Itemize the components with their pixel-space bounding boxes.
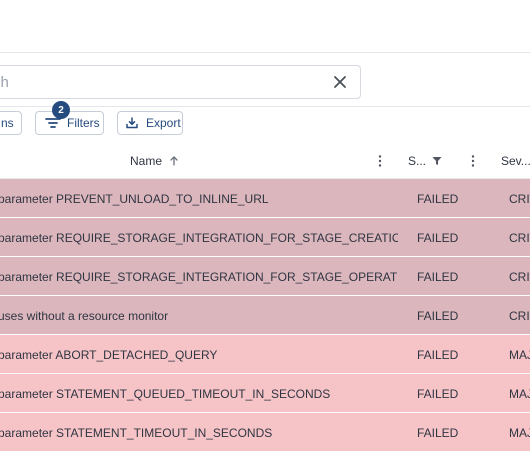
toolbar-divider — [0, 106, 530, 107]
status-column-menu-icon[interactable] — [467, 154, 479, 168]
status-column-header[interactable]: S... — [408, 143, 443, 178]
row-status: FAILED — [417, 347, 459, 362]
arrow-up-icon[interactable] — [168, 155, 180, 167]
table-header: Name S... Sev... — [0, 143, 530, 179]
name-column-header[interactable]: Name — [130, 143, 180, 178]
table-row[interactable]: parameter PREVENT_UNLOAD_TO_INLINE_URL F… — [0, 179, 530, 218]
filters-button[interactable]: Filters 2 — [35, 101, 104, 135]
table-row[interactable]: parameter REQUIRE_STORAGE_INTEGRATION_FO… — [0, 257, 530, 296]
row-name: parameter STATEMENT_TIMEOUT_IN_SECONDS — [0, 425, 273, 440]
table-row[interactable]: parameter REQUIRE_STORAGE_INTEGRATION_FO… — [0, 218, 530, 257]
row-status: FAILED — [417, 230, 459, 245]
row-status: FAILED — [417, 425, 459, 440]
close-icon — [334, 76, 346, 88]
clear-search-button[interactable] — [328, 70, 352, 94]
search-box[interactable] — [0, 65, 361, 99]
results-table-body: parameter PREVENT_UNLOAD_TO_INLINE_URL F… — [0, 179, 530, 452]
row-severity: MAJ — [509, 347, 530, 362]
search-input[interactable] — [0, 66, 293, 98]
export-button[interactable]: Export — [117, 111, 183, 135]
download-icon — [126, 117, 138, 129]
row-name: uses without a resource monitor — [0, 308, 169, 323]
status-column-label: S... — [408, 153, 427, 168]
filters-count-badge: 2 — [52, 101, 70, 119]
export-button-label: Export — [146, 116, 181, 130]
row-name: parameter REQUIRE_STORAGE_INTEGRATION_FO… — [0, 269, 398, 284]
row-status: FAILED — [417, 386, 459, 401]
row-status: FAILED — [417, 308, 459, 323]
row-severity: CRIT — [509, 308, 530, 323]
row-severity: MAJ — [509, 386, 530, 401]
row-severity: CRIT — [509, 269, 530, 284]
table-row[interactable]: parameter STATEMENT_TIMEOUT_IN_SECONDS F… — [0, 413, 530, 452]
row-severity: CRIT — [509, 230, 530, 245]
name-column-menu-icon[interactable] — [374, 154, 386, 168]
columns-button-label: ns — [1, 116, 14, 130]
table-row[interactable]: parameter STATEMENT_QUEUED_TIMEOUT_IN_SE… — [0, 374, 530, 413]
row-status: FAILED — [417, 191, 459, 206]
row-name: parameter STATEMENT_QUEUED_TIMEOUT_IN_SE… — [0, 386, 331, 401]
columns-button[interactable]: ns — [0, 111, 22, 135]
row-name: parameter PREVENT_UNLOAD_TO_INLINE_URL — [0, 191, 269, 206]
severity-column-label: Sev... — [501, 153, 530, 168]
row-severity: MAJ — [509, 425, 530, 440]
filters-button-label: Filters — [67, 116, 100, 130]
row-status: FAILED — [417, 269, 459, 284]
table-row[interactable]: uses without a resource monitor FAILED C… — [0, 296, 530, 335]
top-bar — [0, 0, 530, 53]
table-row[interactable]: parameter ABORT_DETACHED_QUERY FAILED MA… — [0, 335, 530, 374]
row-name: parameter REQUIRE_STORAGE_INTEGRATION_FO… — [0, 230, 398, 245]
row-severity: CRIT — [509, 191, 530, 206]
name-column-label: Name — [130, 153, 163, 168]
severity-column-header[interactable]: Sev... — [501, 143, 530, 178]
row-name: parameter ABORT_DETACHED_QUERY — [0, 347, 218, 362]
funnel-icon[interactable] — [431, 155, 443, 167]
